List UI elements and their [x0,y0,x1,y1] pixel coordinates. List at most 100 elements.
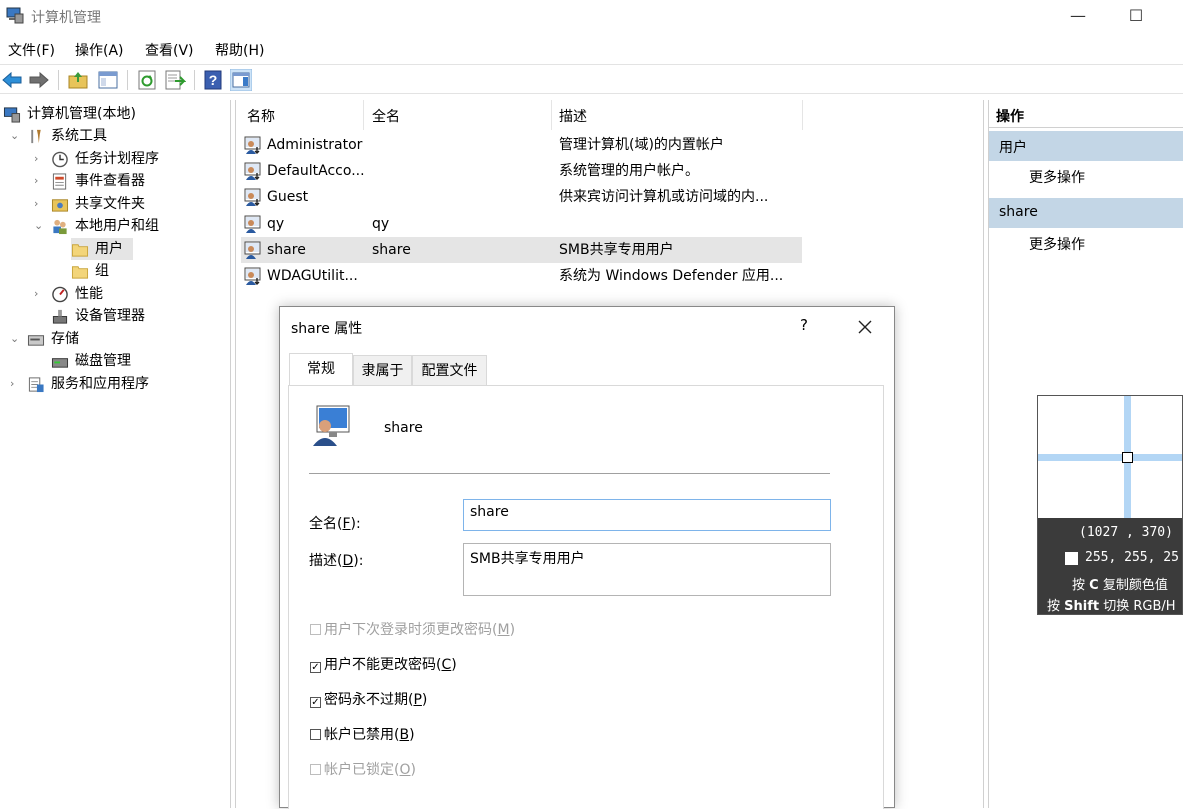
tree-item-users[interactable]: 用户 [71,238,133,260]
checkbox-account-disabled[interactable]: 帐户已禁用(B) [310,724,415,744]
user-name: share [267,242,306,258]
checkbox-must-change-password[interactable]: 用户下次登录时须更改密码(M) [310,619,515,639]
help-icon[interactable]: ? [202,69,224,91]
folder-icon [71,266,89,279]
chevron-right-icon[interactable]: › [34,193,46,215]
crosshair-center [1122,452,1133,463]
table-row[interactable]: DefaultAcco... 系统管理的用户帐户。 [241,158,802,184]
table-row-selected[interactable]: share share SMB共享专用用户 [241,237,802,263]
checkbox-box-checked[interactable]: ✓ [310,697,321,708]
services-icon [28,377,44,393]
checkbox-box[interactable] [310,764,321,775]
menu-action[interactable]: 操作(A) [75,40,124,60]
color-swatch [1065,552,1078,565]
close-icon[interactable] [857,319,873,335]
up-folder-icon[interactable] [67,69,89,91]
chevron-down-icon[interactable]: ⌄ [10,328,22,350]
chevron-down-icon[interactable]: ⌄ [10,125,22,147]
computer-management-icon [6,7,24,24]
chevron-down-icon[interactable]: ⌄ [34,215,46,237]
fullname-field[interactable]: share [463,499,831,531]
list-header: 名称 全名 描述 [236,100,983,130]
user-description: SMB共享专用用户 [559,242,674,258]
dialog-help-button[interactable]: ? [800,316,808,334]
show-hide-action-pane-icon[interactable] [230,69,252,91]
minimize-button[interactable]: — [1055,0,1101,32]
table-row[interactable]: Administrator 管理计算机(域)的内置帐户 [241,132,802,158]
tree-label: 服务和应用程序 [51,376,149,392]
tab-member-of[interactable]: 隶属于 [353,355,412,385]
description-label: 描述(D): [309,553,364,569]
cursor-coordinates: (1027 , 370) [1079,525,1173,540]
column-header-name[interactable]: 名称 [247,106,275,128]
fullname-label: 全名(F): [309,516,361,532]
checkbox-cannot-change-password[interactable]: ✓ 用户不能更改密码(C) [310,654,457,674]
user-name: DefaultAcco... [267,163,365,179]
computer-management-icon [3,107,21,123]
menu-file[interactable]: 文件(F) [8,40,55,60]
table-row[interactable]: Guest 供来宾访问计算机或访问域的内... [241,184,802,210]
tree-label: 事件查看器 [75,173,145,189]
toolbar-separator [127,70,128,90]
dialog-username: share [384,420,423,436]
tree-label: 组 [95,263,109,279]
user-fullname: qy [372,216,390,232]
menu-bar: 文件(F) 操作(A) 查看(V) 帮助(H) [0,36,1183,62]
tab-general[interactable]: 常规 [289,353,353,386]
actions-more-1[interactable]: 更多操作 [989,165,1183,189]
disk-icon [51,358,69,368]
checkbox-box-checked[interactable]: ✓ [310,662,321,673]
chevron-right-icon[interactable]: › [34,170,46,192]
users-group-icon [53,219,67,235]
tab-profile[interactable]: 配置文件 [412,355,487,385]
chevron-right-icon[interactable]: › [34,148,46,170]
column-divider[interactable] [802,100,803,130]
actions-header: 操作 [989,100,1183,128]
description-field[interactable]: SMB共享专用用户 [463,543,831,596]
device-manager-icon [52,309,68,324]
user-icon [244,215,261,233]
user-description: 系统管理的用户帐户。 [559,163,699,179]
maximize-button[interactable]: ☐ [1113,0,1159,32]
color-info-panel: (1027 , 370) 255, 255, 25 按 C 复制颜色值 按 Sh… [1038,518,1182,614]
chevron-right-icon[interactable]: › [34,283,46,305]
checkbox-password-never-expires[interactable]: ✓ 密码永不过期(P) [310,689,427,709]
actions-section-users[interactable]: 用户 [989,131,1183,161]
shared-folder-icon [51,199,69,212]
column-divider[interactable] [551,100,552,130]
back-arrow-icon[interactable] [1,69,23,91]
tree-label: 任务计划程序 [75,151,159,167]
checkbox-box[interactable] [310,729,321,740]
properties-dialog: share 属性 ? 常规 隶属于 配置文件 share 全名(F): shar… [279,306,895,809]
menu-help[interactable]: 帮助(H) [215,40,264,60]
column-header-fullname[interactable]: 全名 [372,106,400,128]
menu-view[interactable]: 查看(V) [145,40,194,60]
checkbox-box[interactable] [310,624,321,635]
table-row[interactable]: WDAGUtilit... 系统为 Windows Defender 应用... [241,263,802,289]
checkbox-account-locked[interactable]: 帐户已锁定(O) [310,759,416,779]
toolbar: ? [0,64,1183,94]
column-header-description[interactable]: 描述 [559,106,587,128]
tree-label: 共享文件夹 [75,196,145,212]
chevron-right-icon[interactable]: › [10,373,22,395]
event-log-icon [52,173,67,190]
user-icon [244,188,261,206]
column-divider[interactable] [363,100,364,130]
actions-section-share[interactable]: share [989,198,1183,228]
hint-toggle-format: 按 Shift 切换 RGB/H [1047,599,1176,614]
rgb-value: 255, 255, 25 [1085,550,1179,565]
tree-label: 系统工具 [51,128,107,144]
refresh-icon[interactable] [136,69,158,91]
forward-arrow-icon[interactable] [28,69,50,91]
color-picker-overlay: (1027 , 370) 255, 255, 25 按 C 复制颜色值 按 Sh… [1037,395,1183,615]
table-row[interactable]: qy qy [241,211,802,237]
actions-more-2[interactable]: 更多操作 [989,232,1183,256]
tree-label: 性能 [75,286,103,302]
magnifier [1038,396,1182,518]
show-hide-tree-icon[interactable] [97,69,119,91]
general-tab-panel: share 全名(F): share 描述(D): SMB共享专用用户 用户下次… [288,385,884,809]
crosshair-horizontal [1038,454,1182,461]
user-name: Administrator [267,137,363,153]
folder-icon [71,244,89,257]
export-list-icon[interactable] [164,69,186,91]
